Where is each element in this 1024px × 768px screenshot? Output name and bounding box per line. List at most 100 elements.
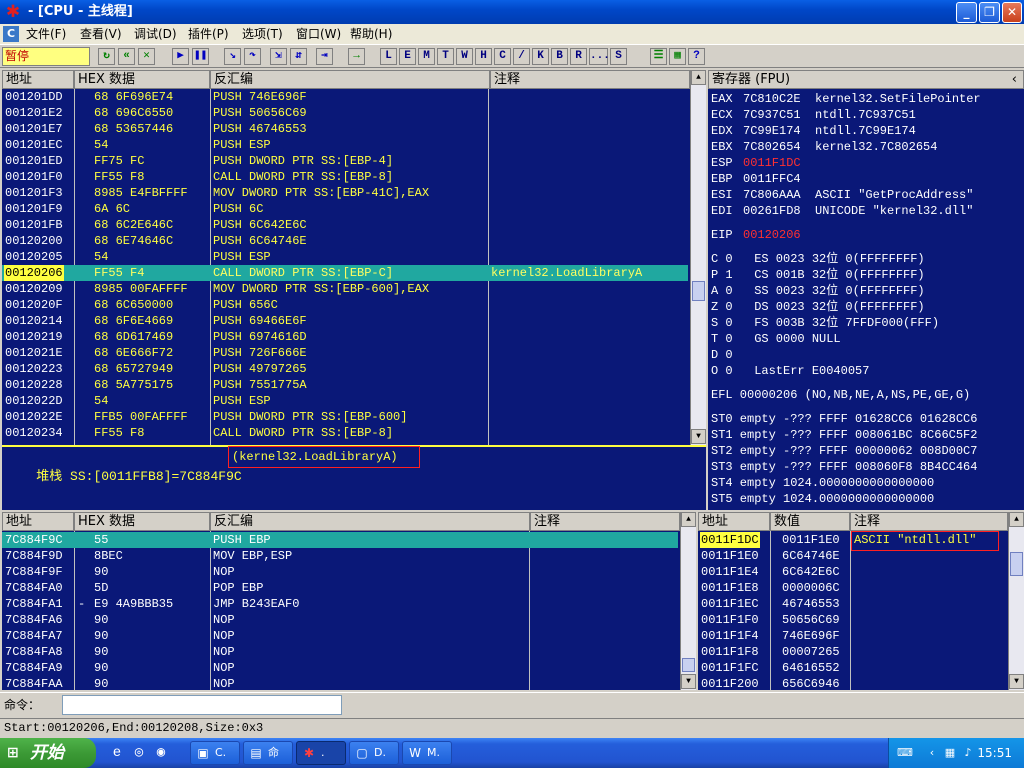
stack-row[interactable]: 0011F1F0 50656C69: [698, 612, 1008, 628]
flag-line[interactable]: A 0 SS 0023 32位 0(FFFFFFFF): [711, 283, 925, 299]
disasm-row[interactable]: 00120205 54 PUSH ESP: [2, 249, 688, 265]
disasm-row[interactable]: 0012020F 68 6C650000 PUSH 656C: [2, 297, 688, 313]
collapse-tray-icon[interactable]: ‹: [925, 746, 939, 760]
stack-scrollbar[interactable]: ▲ ▼: [1008, 512, 1024, 690]
register-line[interactable]: EBP 0011FFC4: [711, 171, 1021, 187]
disasm-row[interactable]: 00120228 68 5A775175 PUSH 7551775A: [2, 377, 688, 393]
disasm-header-asm[interactable]: 反汇编: [210, 70, 490, 89]
fpu-line[interactable]: ST4 empty 1024.0000000000000000: [711, 475, 934, 491]
modules-window-button[interactable]: E: [399, 48, 416, 65]
task-window[interactable]: ▢ D.: [349, 741, 399, 765]
command-input[interactable]: [62, 695, 342, 715]
dump-row[interactable]: 7C884F9D 8BEC MOV EBP,ESP: [2, 548, 678, 564]
disasm-row[interactable]: 00120209 8985 00FAFFFF MOV DWORD PTR SS:[E…: [2, 281, 688, 297]
fpu-line[interactable]: ST2 empty -??? FFFF 00000062 008D00C7: [711, 443, 977, 459]
title-bar[interactable]: ✱ - [CPU - 主线程] _ ❐ ✕: [0, 0, 1024, 24]
register-line[interactable]: EDX 7C99E174 ntdll.7C99E174: [711, 123, 1021, 139]
goto-address-icon[interactable]: →: [348, 48, 365, 65]
disasm-row[interactable]: 001201F3 8985 E4FBFFFF MOV DWORD PTR SS:[E…: [2, 185, 688, 201]
scroll-thumb[interactable]: [692, 281, 705, 301]
stack-row[interactable]: 0011F1EC 46746553: [698, 596, 1008, 612]
scroll-up-icon[interactable]: ▲: [691, 70, 706, 85]
disasm-row[interactable]: 001201DD 68 6F696E74 PUSH 746E696F: [2, 89, 688, 105]
disasm-row[interactable]: 001201F9 6A 6C PUSH 6C: [2, 201, 688, 217]
pause-icon[interactable]: ❚❚: [192, 48, 209, 65]
disasm-header-address[interactable]: 地址: [2, 70, 74, 89]
register-line[interactable]: ESP 0011F1DC: [711, 155, 1021, 171]
dump-row[interactable]: 7C884FA6 90 NOP: [2, 612, 678, 628]
disasm-row[interactable]: 00120214 68 6F6E4669 PUSH 69466E6F: [2, 313, 688, 329]
disassembly-pane[interactable]: 地址 HEX 数据 反汇编 注释 001201DD 68 6F696E74 PUSH…: [2, 70, 706, 510]
disasm-row[interactable]: 00120206 FF55 F4 CALL DWORD PTR SS:[EBP-C]…: [2, 265, 688, 281]
menu-help[interactable]: 帮助(H): [350, 24, 392, 44]
keyboard-icon[interactable]: ⌨: [897, 746, 913, 760]
help-icon[interactable]: ?: [688, 48, 705, 65]
execute-till-return-icon[interactable]: ⇥: [316, 48, 333, 65]
stack-header-value[interactable]: 数值: [770, 512, 850, 531]
scroll-thumb[interactable]: [1010, 552, 1023, 576]
disasm-header-comment[interactable]: 注释: [490, 70, 690, 89]
disasm-row[interactable]: 001201EC 54 PUSH ESP: [2, 137, 688, 153]
menu-options[interactable]: 选项(T): [242, 24, 283, 44]
volume-icon[interactable]: ♪: [961, 746, 975, 760]
fpu-line[interactable]: ST3 empty -??? FFFF 008060F8 8B4CC464: [711, 459, 977, 475]
dump-row[interactable]: 7C884FA7 90 NOP: [2, 628, 678, 644]
flag-line[interactable]: O 0 LastErr E0040057: [711, 363, 869, 379]
clock[interactable]: 15:51: [977, 746, 1012, 760]
register-line[interactable]: ECX 7C937C51 ntdll.7C937C51: [711, 107, 1021, 123]
step-into-icon[interactable]: ↘: [224, 48, 241, 65]
log-window-button[interactable]: L: [380, 48, 397, 65]
cpu-window-button[interactable]: C: [494, 48, 511, 65]
eip-line[interactable]: EIP 00120206: [711, 227, 1021, 243]
disasm-row[interactable]: 00120223 68 65727949 PUSH 49797265: [2, 361, 688, 377]
source-window-button[interactable]: S: [610, 48, 627, 65]
collapse-icon[interactable]: ‹: [1012, 71, 1017, 88]
stack-header-address[interactable]: 地址: [698, 512, 770, 531]
dump-header-address[interactable]: 地址: [2, 512, 74, 531]
breakpoints-window-button[interactable]: B: [551, 48, 568, 65]
disasm-row[interactable]: 0012022D 54 PUSH ESP: [2, 393, 688, 409]
task-folder[interactable]: ▣ C.: [190, 741, 240, 765]
disasm-row[interactable]: 0012022E FFB5 00FAFFFF PUSH DWORD PTR SS:[…: [2, 409, 688, 425]
disasm-row[interactable]: 001201E2 68 696C6550 PUSH 50656C69: [2, 105, 688, 121]
flag-line[interactable]: S 0 FS 003B 32位 7FFDF000(FFF): [711, 315, 939, 331]
dump-row[interactable]: 7C884F9C 55 PUSH EBP: [2, 532, 678, 548]
stack-row[interactable]: 0011F1F4 746E696F: [698, 628, 1008, 644]
stack-row[interactable]: 0011F1E4 6C642E6C: [698, 564, 1008, 580]
grid-icon[interactable]: ▦: [669, 48, 686, 65]
dump-row[interactable]: 7C884F9F 90 NOP: [2, 564, 678, 580]
menu-window[interactable]: 窗口(W): [296, 24, 341, 44]
browser-icon[interactable]: ◎: [130, 744, 148, 762]
ollydbg-app-icon[interactable]: ✱: [4, 3, 22, 21]
task-debugger[interactable]: ✱ .: [296, 741, 346, 765]
disasm-header-hex[interactable]: HEX 数据: [74, 70, 210, 89]
stack-row[interactable]: 0011F1E8 0000006C: [698, 580, 1008, 596]
windows-window-button[interactable]: W: [456, 48, 473, 65]
flag-line[interactable]: C 0 ES 0023 32位 0(FFFFFFFF): [711, 251, 925, 267]
run-icon[interactable]: ▶: [172, 48, 189, 65]
scroll-thumb[interactable]: [682, 658, 695, 672]
dump-pane[interactable]: 地址 HEX 数据 反汇编 注释 7C884F9C 55 PUSH EBP 7C884…: [2, 512, 696, 690]
dump-row[interactable]: 7C884FAA 90 NOP: [2, 676, 678, 690]
stack-row[interactable]: 0011F1FC 64616552: [698, 660, 1008, 676]
close-button[interactable]: ✕: [1002, 2, 1022, 23]
dump-row[interactable]: 7C884FA9 90 NOP: [2, 660, 678, 676]
task-word[interactable]: W M.: [402, 741, 452, 765]
register-line[interactable]: EDI 00261FD8 UNICODE "kernel32.dll": [711, 203, 1021, 219]
flag-line[interactable]: Z 0 DS 0023 32位 0(FFFFFFFF): [711, 299, 925, 315]
callstack-window-button[interactable]: K: [532, 48, 549, 65]
menu-debug[interactable]: 调试(D): [134, 24, 177, 44]
start-button[interactable]: ⊞ 开始: [0, 738, 96, 768]
disasm-row[interactable]: 00120200 68 6E74646C PUSH 6C64746E: [2, 233, 688, 249]
restart-icon[interactable]: «: [118, 48, 135, 65]
dump-scrollbar[interactable]: ▲ ▼: [680, 512, 696, 690]
threads-window-button[interactable]: T: [437, 48, 454, 65]
scroll-up-icon[interactable]: ▲: [681, 512, 696, 527]
flag-line[interactable]: D 0: [711, 347, 733, 363]
menu-plugins[interactable]: 插件(P): [188, 24, 229, 44]
fpu-line[interactable]: ST5 empty 1024.0000000000000000: [711, 491, 934, 507]
disasm-row[interactable]: 0012021E 68 6E666F72 PUSH 726F666E: [2, 345, 688, 361]
scroll-down-icon[interactable]: ▼: [1009, 674, 1024, 689]
flag-line[interactable]: P 1 CS 001B 32位 0(FFFFFFFF): [711, 267, 925, 283]
patches-window-button[interactable]: /: [513, 48, 530, 65]
